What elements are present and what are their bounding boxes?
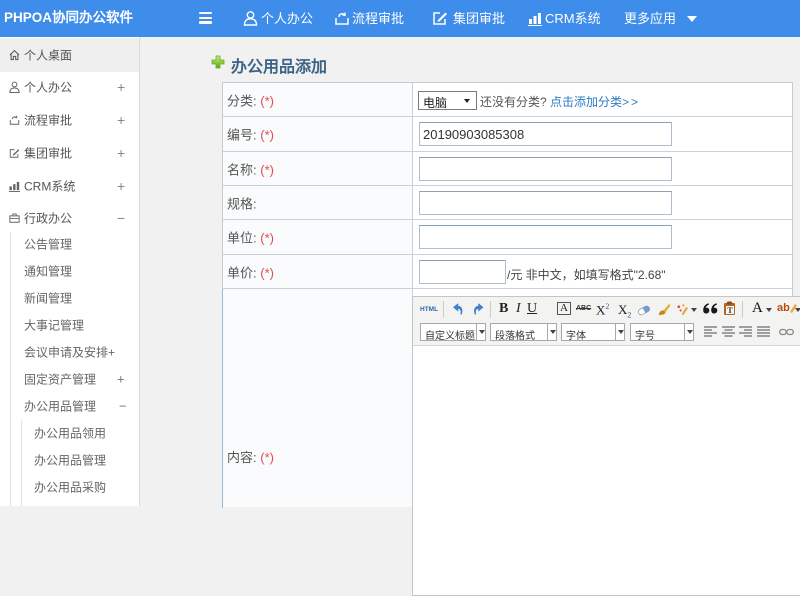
- svg-text:T: T: [727, 306, 733, 315]
